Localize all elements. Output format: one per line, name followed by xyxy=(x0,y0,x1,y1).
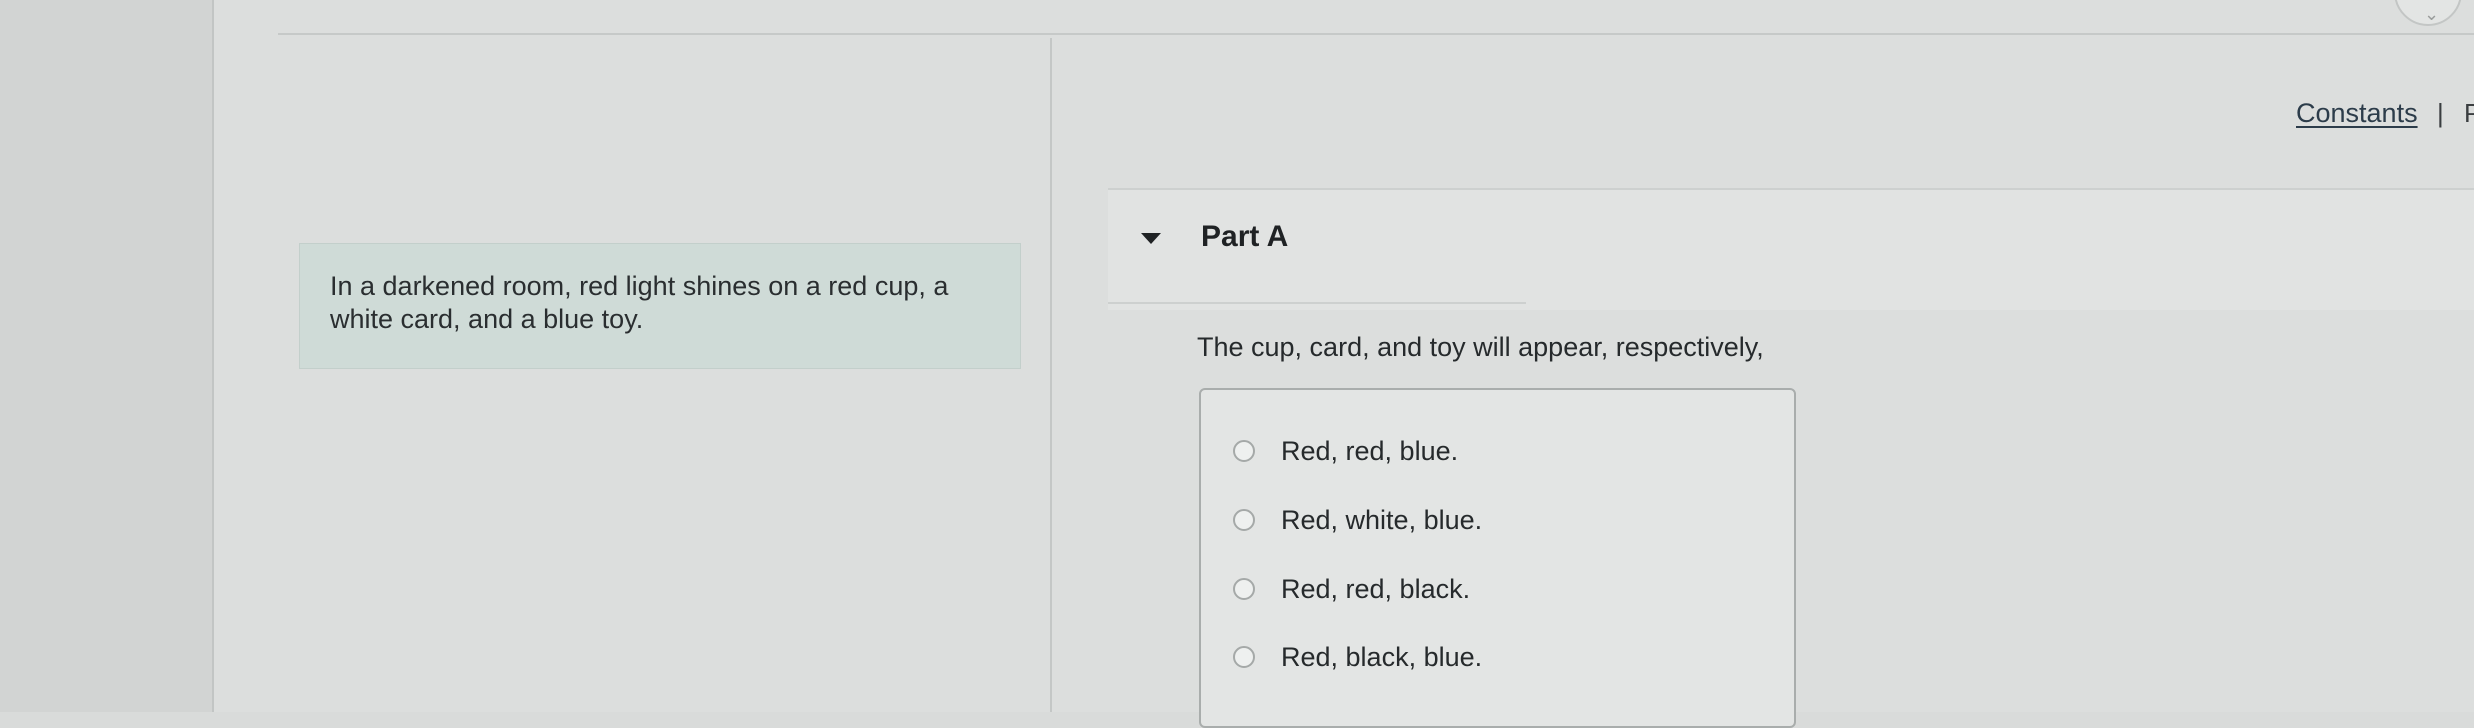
caret-down-icon[interactable] xyxy=(1141,233,1161,244)
answer-option[interactable]: Red, red, blue. xyxy=(1233,434,1458,468)
problem-intro: In a darkened room, red light shines on … xyxy=(299,243,1021,369)
question-text: The cup, card, and toy will appear, resp… xyxy=(1197,332,1764,362)
periodic-table-link[interactable]: P xyxy=(2464,98,2474,128)
option-label[interactable]: Red, red, blue. xyxy=(1281,436,1458,467)
part-header-underline xyxy=(1108,302,1526,304)
answer-options: Red, red, blue. Red, white, blue. Red, r… xyxy=(1199,388,1796,728)
part-header xyxy=(1108,188,2474,310)
answer-option[interactable]: Red, white, blue. xyxy=(1233,503,1482,537)
constants-link[interactable]: Constants xyxy=(2296,98,2418,129)
radio-button-icon[interactable] xyxy=(1233,646,1255,668)
radio-button-icon[interactable] xyxy=(1233,509,1255,531)
radio-button-icon[interactable] xyxy=(1233,440,1255,462)
intro-text: In a darkened room, red light shines on … xyxy=(330,271,949,334)
option-label[interactable]: Red, black, blue. xyxy=(1281,642,1482,673)
option-label[interactable]: Red, red, black. xyxy=(1281,574,1470,605)
radio-button-icon[interactable] xyxy=(1233,578,1255,600)
answer-option[interactable]: Red, black, blue. xyxy=(1233,640,1482,674)
header-separator: | xyxy=(2437,98,2444,128)
top-divider xyxy=(278,33,2474,35)
chevron-icon: ⌄ xyxy=(2424,4,2440,24)
left-gutter xyxy=(0,0,214,712)
part-title[interactable]: Part A xyxy=(1201,220,1288,254)
answer-option[interactable]: Red, red, black. xyxy=(1233,572,1470,606)
option-label[interactable]: Red, white, blue. xyxy=(1281,505,1482,536)
column-divider xyxy=(1050,38,1052,712)
